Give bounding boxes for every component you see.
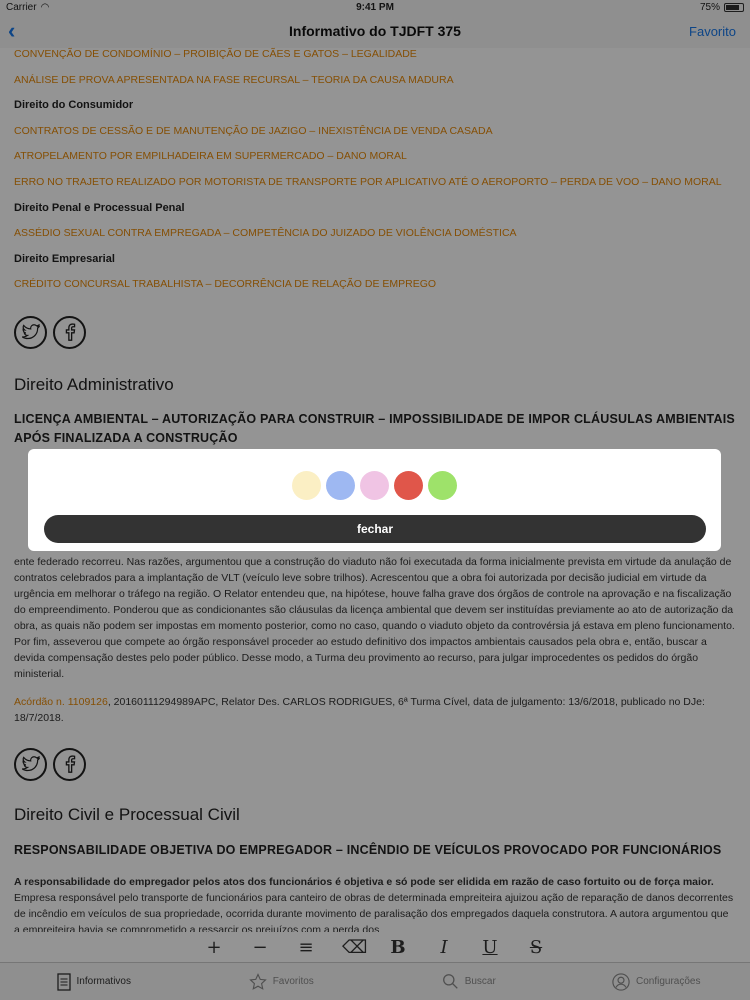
color-swatches: [28, 471, 721, 500]
color-swatch-red[interactable]: [394, 471, 423, 500]
color-swatch-blue[interactable]: [326, 471, 355, 500]
color-swatch-yellow[interactable]: [292, 471, 321, 500]
color-swatch-pink[interactable]: [360, 471, 389, 500]
highlight-color-dialog: fechar: [28, 449, 721, 551]
color-swatch-green[interactable]: [428, 471, 457, 500]
close-button[interactable]: fechar: [44, 515, 706, 543]
